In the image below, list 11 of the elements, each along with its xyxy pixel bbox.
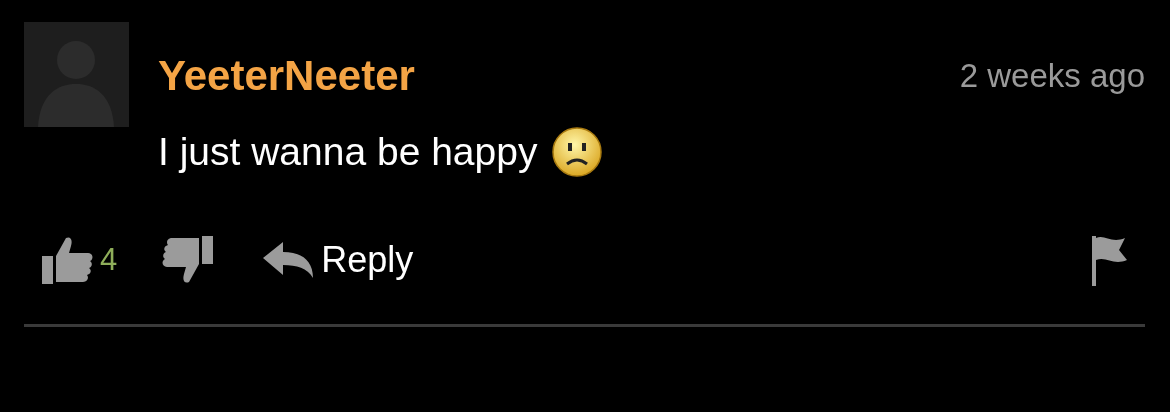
reply-button[interactable]: Reply (261, 239, 414, 281)
like-button[interactable] (40, 234, 94, 286)
like-count: 4 (100, 242, 118, 278)
flag-icon (1089, 234, 1129, 286)
flag-button[interactable] (1089, 234, 1129, 286)
username[interactable]: YeeterNeeter (158, 52, 415, 100)
sad-face-icon (551, 126, 604, 178)
comment-text: I just wanna be happy (158, 130, 538, 174)
timestamp: 2 weeks ago (959, 57, 1145, 95)
thumbs-up-icon (40, 234, 94, 286)
reply-arrow-icon (261, 240, 316, 280)
